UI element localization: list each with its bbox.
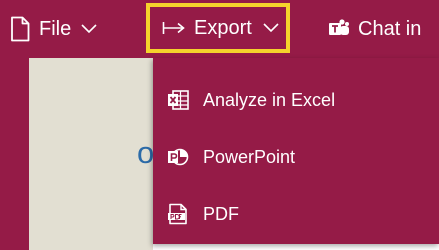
chat-in-label: Chat in [358,17,422,40]
chevron-down-icon [263,23,279,33]
file-menu-button[interactable]: File [10,0,97,58]
menu-item-label: PowerPoint [203,146,296,167]
pdf-icon [168,203,187,225]
menu-item-powerpoint[interactable]: PowerPoint [153,129,439,185]
menu-item-label: Analyze in Excel [203,89,336,110]
file-icon [11,16,30,42]
report-canvas [29,58,153,250]
export-arrow-icon [162,22,185,34]
left-pane [0,58,29,250]
file-menu-label: File [39,17,72,40]
excel-icon [168,90,189,110]
chat-in-teams-button[interactable]: Chat in [328,0,421,58]
menu-item-label: PDF [203,203,239,224]
export-dropdown-menu: Analyze in Excel PowerPoint PDF [153,58,439,244]
menu-item-analyze-in-excel[interactable]: Analyze in Excel [153,72,439,128]
teams-icon [329,19,349,35]
powerpoint-icon [168,148,189,166]
export-menu-label: Export [194,16,252,39]
menu-item-pdf[interactable]: PDF [153,186,439,242]
ribbon-toolbar: File Export Chat in [0,0,439,58]
export-menu-button[interactable]: Export [146,3,290,53]
chevron-down-icon [81,24,97,34]
